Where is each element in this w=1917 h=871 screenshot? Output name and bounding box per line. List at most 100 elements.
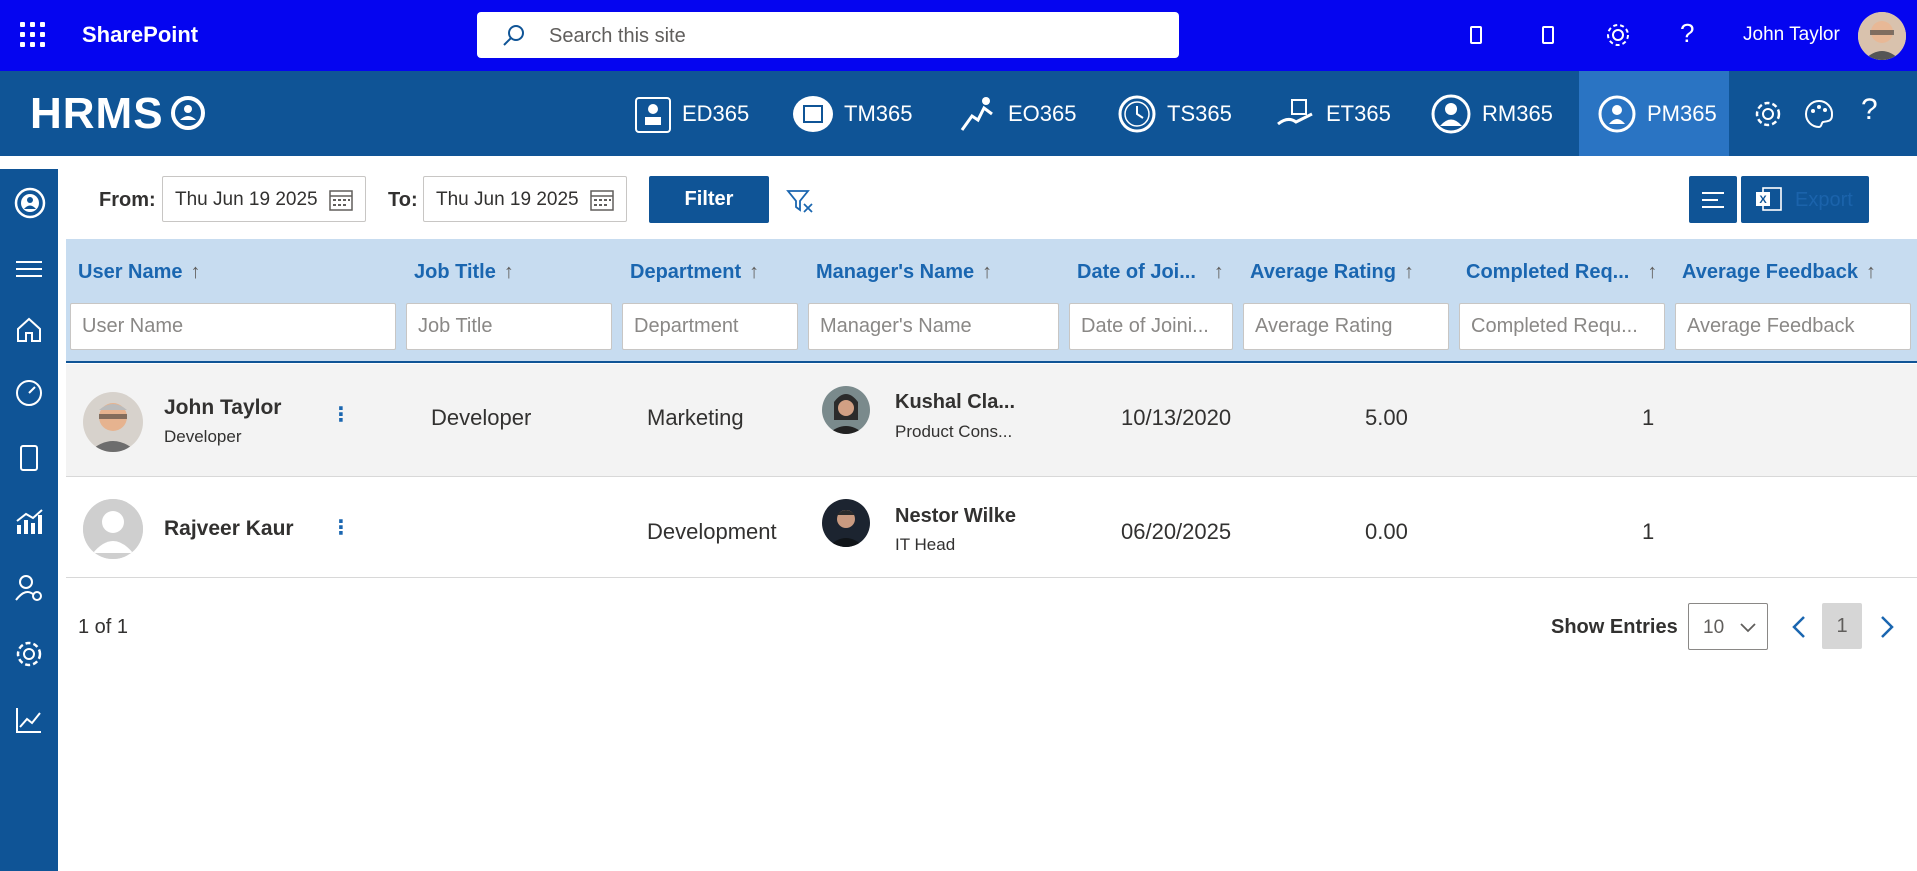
from-date-picker[interactable]: Thu Jun 19 2025 (162, 176, 366, 222)
column-header-date-of-joining[interactable]: Date of Joi... ↑ (1077, 261, 1224, 284)
export-label: Export (1795, 189, 1853, 211)
managers-name-filter-input[interactable] (809, 304, 1058, 349)
sharepoint-title[interactable]: SharePoint (82, 22, 198, 48)
managers-name-filter-field[interactable] (808, 303, 1059, 350)
more-options-icon[interactable]: ⋮ (331, 402, 351, 427)
module-eo365[interactable]: EO365 (956, 71, 1077, 156)
completed-requests-filter-field[interactable] (1459, 303, 1665, 350)
export-button[interactable]: X Export (1741, 176, 1869, 223)
clear-filter-icon[interactable] (786, 188, 814, 214)
from-date-value: Thu Jun 19 2025 (175, 189, 318, 210)
completed-requests-cell: 1 (1642, 519, 1655, 544)
suite-bar: SharePoint Search this site ? John Taylo… (0, 0, 1917, 71)
module-ts365[interactable]: TS365 (1117, 71, 1232, 156)
dashboard-gauge-icon[interactable] (14, 378, 44, 408)
module-et365[interactable]: ET365 (1274, 71, 1391, 156)
show-entries-label: Show Entries (1551, 616, 1678, 638)
department-filter-field[interactable] (622, 303, 798, 350)
hamburger-menu-icon[interactable] (14, 259, 44, 279)
job-title-filter-input[interactable] (407, 304, 611, 349)
profile-circle-icon[interactable] (14, 187, 46, 219)
hrms-logo[interactable]: HRMS (30, 89, 164, 139)
excel-icon: X (1756, 187, 1782, 211)
user-name-filter-input[interactable] (71, 304, 395, 349)
module-rm365[interactable]: RM365 (1430, 71, 1553, 156)
next-page-icon[interactable] (1875, 614, 1897, 640)
page-info: 1 of 1 (78, 616, 129, 638)
manager-title: Product Cons... (895, 422, 1013, 441)
table-row[interactable]: John Taylor Developer ⋮ Developer Market… (66, 364, 1917, 477)
calendar-icon[interactable] (329, 189, 353, 211)
date-of-joining-cell: 06/20/2025 (1121, 519, 1232, 544)
department-cell: Development (647, 519, 777, 544)
bar-chart-icon[interactable] (14, 507, 44, 537)
table-row[interactable]: Rajveer Kaur ⋮ Development Nestor Wilke … (66, 477, 1917, 578)
to-date-picker[interactable]: Thu Jun 19 2025 (423, 176, 627, 222)
manager-name[interactable]: Nestor Wilke (895, 505, 1016, 528)
entries-per-page-select[interactable]: 10 (1688, 603, 1768, 650)
column-options-button[interactable] (1689, 176, 1737, 223)
average-feedback-filter-input[interactable] (1676, 304, 1910, 349)
average-rating-filter-field[interactable] (1243, 303, 1449, 350)
module-label: TM365 (844, 100, 913, 126)
column-header-completed-requests[interactable]: Completed Req... ↑ (1466, 261, 1657, 284)
hrms-app-bar: HRMS ED365 TM365 EO365 TS365 ET365 RM365… (0, 71, 1917, 156)
document-icon[interactable] (14, 443, 44, 473)
search-placeholder: Search this site (549, 25, 686, 47)
average-rating-cell: 5.00 (1365, 405, 1408, 430)
column-header-user-name[interactable]: User Name ↑ (78, 261, 201, 284)
clock-icon (1117, 94, 1157, 134)
previous-page-icon[interactable] (1789, 614, 1811, 640)
lines-icon (1702, 192, 1724, 208)
user-settings-icon[interactable] (14, 573, 44, 603)
completed-requests-cell: 1 (1642, 405, 1655, 430)
column-header-average-feedback[interactable]: Average Feedback ↑ (1682, 261, 1876, 284)
column-header-department[interactable]: Department ↑ (630, 261, 759, 284)
manager-name[interactable]: Kushal Cla... (895, 391, 1015, 414)
module-tm365[interactable]: TM365 (792, 71, 918, 156)
gear-icon[interactable] (14, 639, 44, 669)
help-icon[interactable]: ? (1680, 18, 1694, 49)
module-label: ED365 (682, 100, 750, 126)
department-filter-input[interactable] (623, 304, 797, 349)
app-help-icon[interactable]: ? (1861, 93, 1878, 127)
app-settings-icon[interactable] (1752, 98, 1784, 130)
department-cell: Marketing (647, 405, 744, 430)
job-title-filter-field[interactable] (406, 303, 612, 350)
user-name-filter-field[interactable] (70, 303, 396, 350)
user-avatar (83, 392, 143, 452)
filter-button[interactable]: Filter (649, 176, 769, 223)
manager-avatar (822, 386, 870, 434)
page-number-button[interactable]: 1 (1822, 603, 1862, 649)
date-of-joining-filter-field[interactable] (1069, 303, 1233, 350)
from-label: From: (99, 189, 156, 211)
module-ed365[interactable]: ED365 (634, 71, 754, 156)
settings-gear-icon[interactable] (1603, 20, 1633, 50)
job-title-cell: Developer (431, 405, 532, 430)
theme-palette-icon[interactable] (1803, 98, 1835, 130)
chevron-down-icon (1740, 623, 1756, 633)
more-options-icon[interactable]: ⋮ (331, 515, 351, 540)
column-header-job-title[interactable]: Job Title ↑ (414, 261, 514, 284)
average-rating-filter-input[interactable] (1244, 304, 1448, 349)
module-label: EO365 (1008, 100, 1077, 126)
app-launcher-icon[interactable] (20, 22, 46, 48)
module-label: RM365 (1482, 100, 1553, 126)
user-name[interactable]: John Taylor (164, 396, 281, 420)
date-of-joining-cell: 10/13/2020 (1121, 405, 1232, 430)
user-avatar[interactable] (1858, 12, 1906, 60)
average-feedback-filter-field[interactable] (1675, 303, 1911, 350)
site-search-box[interactable]: Search this site (477, 12, 1179, 58)
home-icon[interactable] (14, 315, 44, 345)
device-icon[interactable] (1466, 20, 1486, 50)
date-of-joining-filter-input[interactable] (1070, 304, 1232, 349)
user-name[interactable]: Rajveer Kaur (164, 517, 294, 541)
column-header-average-rating[interactable]: Average Rating ↑ (1250, 261, 1414, 284)
column-header-managers-name[interactable]: Manager's Name ↑ (816, 261, 992, 284)
calendar-icon[interactable] (590, 189, 614, 211)
trend-chart-icon[interactable] (14, 705, 44, 735)
completed-requests-filter-input[interactable] (1460, 304, 1664, 349)
notes-icon[interactable] (1538, 20, 1558, 50)
user-name[interactable]: John Taylor (1743, 24, 1840, 46)
module-pm365[interactable]: PM365 (1579, 71, 1729, 156)
